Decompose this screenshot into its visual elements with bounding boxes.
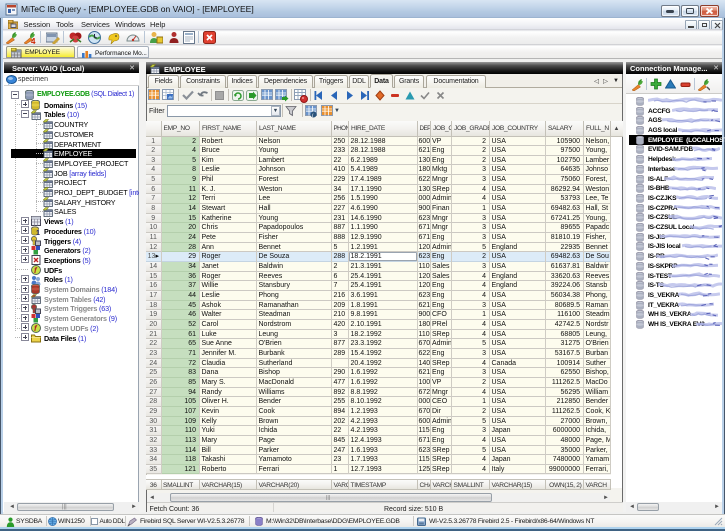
svg-text:4: 4 <box>31 37 36 44</box>
